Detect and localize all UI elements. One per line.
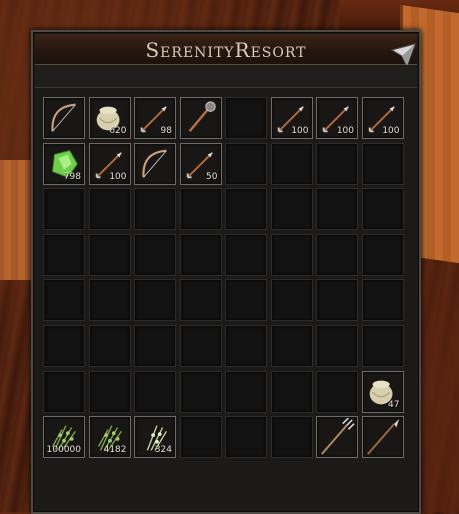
inventory-slot-empty[interactable] [316,233,358,276]
inventory-slot-empty[interactable] [316,142,358,185]
inventory-slot-empty[interactable] [179,370,222,413]
item-quantity: 47 [388,399,400,410]
inventory-slot-empty[interactable] [134,233,176,276]
inventory-slot-empty[interactable] [270,416,313,459]
inventory-slot-empty[interactable] [88,279,131,322]
inventory-slot-empty[interactable] [316,324,358,367]
inventory-slot-empty[interactable] [361,324,404,367]
inventory-slot-empty[interactable] [134,370,176,413]
inventory-grid: 620 98 100 100 100 798 100 50 47 100000 4182 324 [43,97,404,459]
item-quantity: 98 [160,126,172,136]
inventory-slot-empty[interactable] [361,279,404,322]
inventory-slot-empty[interactable] [134,324,176,367]
item-quantity: 100 [336,126,354,136]
inventory-slot-empty[interactable] [225,188,267,231]
inventory-slot-empty[interactable] [361,142,404,185]
inventory-slot-empty[interactable] [134,188,176,231]
inventory-slot-empty[interactable] [316,279,358,322]
inventory-slot-empty[interactable] [88,188,131,231]
inventory-slot-empty[interactable] [316,370,358,413]
inventory-slot-empty[interactable] [43,279,85,322]
inventory-slot-empty[interactable] [270,142,313,185]
item-quantity: 324 [154,445,172,456]
inventory-slot-arrow[interactable]: 100 [270,97,313,139]
item-quantity: 100 [109,171,127,182]
inventory-slot-empty[interactable] [43,324,85,367]
item-quantity: 100000 [46,445,81,456]
inventory-slot-empty[interactable] [134,279,176,322]
inventory-slot-empty[interactable] [179,188,222,231]
inventory-slot-empty[interactable] [225,97,267,139]
inventory-slot-empty[interactable] [270,370,313,413]
background-chest-left [0,160,35,280]
inventory-slot-empty[interactable] [43,370,85,413]
inventory-slot-empty[interactable] [361,188,404,231]
inventory-slot-empty[interactable] [361,233,404,276]
inventory-slot-spear[interactable] [361,416,404,459]
item-quantity: 100 [382,126,400,136]
item-quantity: 4182 [103,445,127,456]
inventory-slot-empty[interactable] [270,279,313,322]
inventory-slot-empty[interactable] [179,324,222,367]
inventory-slot-empty[interactable] [179,233,222,276]
inventory-slot-empty[interactable] [225,279,267,322]
inventory-slot-pouch[interactable]: 620 [88,97,131,139]
inventory-slot-empty[interactable] [88,324,131,367]
inventory-slot-empty[interactable] [88,233,131,276]
inventory-slot-bow[interactable] [134,142,176,185]
title-bar[interactable]: SerenityResort [35,34,417,65]
inventory-slot-arrow[interactable]: 50 [179,142,222,185]
inventory-slot-empty[interactable] [43,233,85,276]
inventory-slot-empty[interactable] [179,416,222,459]
inventory-slot-mace[interactable] [179,97,222,139]
inventory-slot-herb-light[interactable]: 324 [134,416,176,459]
inventory-slot-arrow[interactable]: 100 [361,97,404,139]
inventory-slot-bow[interactable] [43,97,85,139]
window-subbar [35,65,417,88]
inventory-slot-empty[interactable] [225,416,267,459]
inventory-slot-empty[interactable] [179,279,222,322]
inventory-slot-arrow[interactable]: 98 [134,97,176,139]
inventory-slot-empty[interactable] [225,324,267,367]
inventory-slot-gem[interactable]: 798 [43,142,85,185]
item-quantity: 50 [206,171,218,182]
inventory-slot-herb[interactable]: 4182 [88,416,131,459]
window-title: SerenityResort [145,38,307,62]
inventory-slot-trident[interactable] [316,416,358,459]
inventory-slot-empty[interactable] [316,188,358,231]
inventory-slot-arrow[interactable]: 100 [316,97,358,139]
item-quantity: 100 [291,126,309,136]
inventory-slot-empty[interactable] [270,324,313,367]
inventory-slot-empty[interactable] [225,233,267,276]
inventory-slot-empty[interactable] [225,370,267,413]
inventory-slot-empty[interactable] [43,188,85,231]
inventory-slot-empty[interactable] [88,370,131,413]
inventory-slot-pouch[interactable]: 47 [361,370,404,413]
inventory-slot-arrow[interactable]: 100 [88,142,131,185]
item-quantity: 620 [109,126,127,136]
inventory-slot-herb[interactable]: 100000 [43,416,85,459]
container-window: SerenityResort 620 98 100 100 100 798 100 50 47 1… [31,30,421,514]
item-quantity: 798 [63,171,81,182]
inventory-slot-empty[interactable] [270,233,313,276]
pin-icon[interactable] [389,40,417,68]
inventory-slot-empty[interactable] [270,188,313,231]
inventory-slot-empty[interactable] [225,142,267,185]
